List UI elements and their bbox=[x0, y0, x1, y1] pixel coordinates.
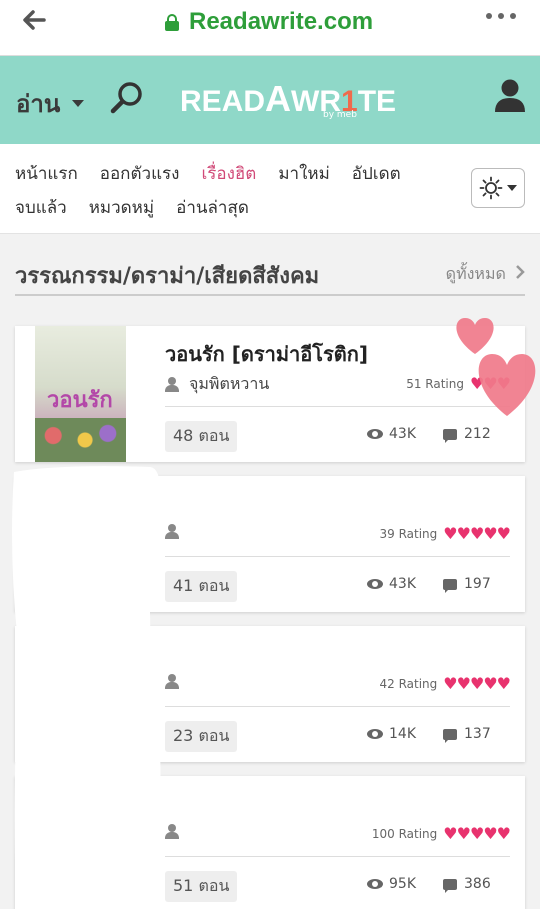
nav-item-new[interactable]: มาใหม่ bbox=[278, 160, 329, 187]
see-all-link[interactable]: ดูทั้งหมด bbox=[446, 262, 525, 287]
category-nav: หน้าแรก ออกตัวแรง เรื่องฮิต มาใหม่ อัปเด… bbox=[0, 144, 540, 234]
comment-icon bbox=[443, 578, 457, 593]
comment-count: 386 bbox=[443, 876, 491, 893]
section-title: วรรณกรรม/ดราม่า/เสียดสีสังคม bbox=[15, 264, 320, 289]
back-arrow-icon[interactable] bbox=[20, 6, 48, 40]
decor-heart-icon bbox=[478, 354, 536, 416]
nav-item-home[interactable]: หน้าแรก bbox=[15, 160, 78, 187]
eye-icon bbox=[367, 879, 383, 889]
redaction-overlay bbox=[12, 466, 162, 909]
chapter-count: 51 ตอน bbox=[165, 871, 238, 902]
comment-count: 197 bbox=[443, 576, 491, 593]
site-header: อ่าน READAWR1TE by meb bbox=[0, 56, 540, 144]
url-bar[interactable]: Readawrite.com bbox=[165, 8, 373, 36]
view-count: 95K bbox=[367, 876, 416, 892]
chapter-count: 41 ตอน bbox=[165, 571, 238, 602]
chevron-right-icon bbox=[516, 265, 525, 279]
browser-bar: Readawrite.com bbox=[0, 0, 540, 56]
logo-by-text: by meb bbox=[323, 110, 357, 120]
section-header: วรรณกรรม/ดราม่า/เสียดสีสังคม ดูทั้งหมด bbox=[15, 256, 525, 296]
heart-rating-icons: ♥♥♥♥♥ bbox=[443, 674, 511, 693]
view-count: 43K bbox=[367, 426, 416, 442]
caret-down-icon bbox=[507, 185, 517, 191]
comment-icon bbox=[443, 428, 457, 443]
cover-title-text: วอนรัก bbox=[47, 388, 113, 413]
chapter-count: 23 ตอน bbox=[165, 721, 238, 752]
story-rating: 100 Rating ♥♥♥♥♥ bbox=[371, 824, 511, 843]
eye-icon bbox=[367, 729, 383, 739]
sun-icon bbox=[479, 176, 503, 200]
url-text: Readawrite.com bbox=[189, 8, 374, 35]
comment-count: 212 bbox=[443, 426, 491, 443]
nav-item-completed[interactable]: จบแล้ว bbox=[15, 194, 67, 221]
heart-rating-icons: ♥♥♥♥♥ bbox=[443, 824, 511, 843]
user-icon[interactable] bbox=[494, 78, 526, 114]
read-label: อ่าน bbox=[16, 90, 61, 118]
eye-icon bbox=[367, 429, 383, 439]
nav-item-updated[interactable]: อัปเดต bbox=[352, 160, 401, 187]
nav-item-recent[interactable]: อ่านล่าสุด bbox=[176, 194, 249, 221]
kebab-menu-icon[interactable] bbox=[484, 4, 518, 35]
caret-down-icon bbox=[72, 100, 85, 107]
nav-item-categories[interactable]: หมวดหมู่ bbox=[89, 194, 154, 221]
view-count: 43K bbox=[367, 576, 416, 592]
site-logo[interactable]: READAWR1TE bbox=[180, 78, 396, 120]
story-card[interactable]: วอนรัก วอนรัก [ดราม่าอีโรติก] จุมพิตหวาน… bbox=[15, 326, 525, 462]
story-rating: 42 Rating ♥♥♥♥♥ bbox=[379, 674, 511, 693]
lock-icon bbox=[165, 14, 179, 31]
chapter-count: 48 ตอน bbox=[165, 421, 238, 452]
comment-icon bbox=[443, 878, 457, 893]
person-icon bbox=[165, 377, 179, 392]
theme-toggle-button[interactable] bbox=[471, 168, 525, 208]
comment-count: 137 bbox=[443, 726, 491, 743]
story-title[interactable]: วอนรัก [ดราม่าอีโรติก] bbox=[165, 338, 368, 370]
eye-icon bbox=[367, 579, 383, 589]
story-author[interactable]: จุมพิตหวาน bbox=[165, 372, 269, 397]
story-rating: 39 Rating ♥♥♥♥♥ bbox=[379, 524, 511, 543]
nav-item-trending-start[interactable]: ออกตัวแรง bbox=[100, 160, 180, 187]
heart-rating-icons: ♥♥♥♥♥ bbox=[443, 524, 511, 543]
story-cover[interactable]: วอนรัก bbox=[35, 326, 126, 462]
read-dropdown[interactable]: อ่าน bbox=[16, 84, 85, 123]
nav-item-hit[interactable]: เรื่องฮิต bbox=[201, 160, 256, 187]
view-count: 14K bbox=[367, 726, 416, 742]
search-icon[interactable] bbox=[110, 80, 144, 114]
comment-icon bbox=[443, 728, 457, 743]
